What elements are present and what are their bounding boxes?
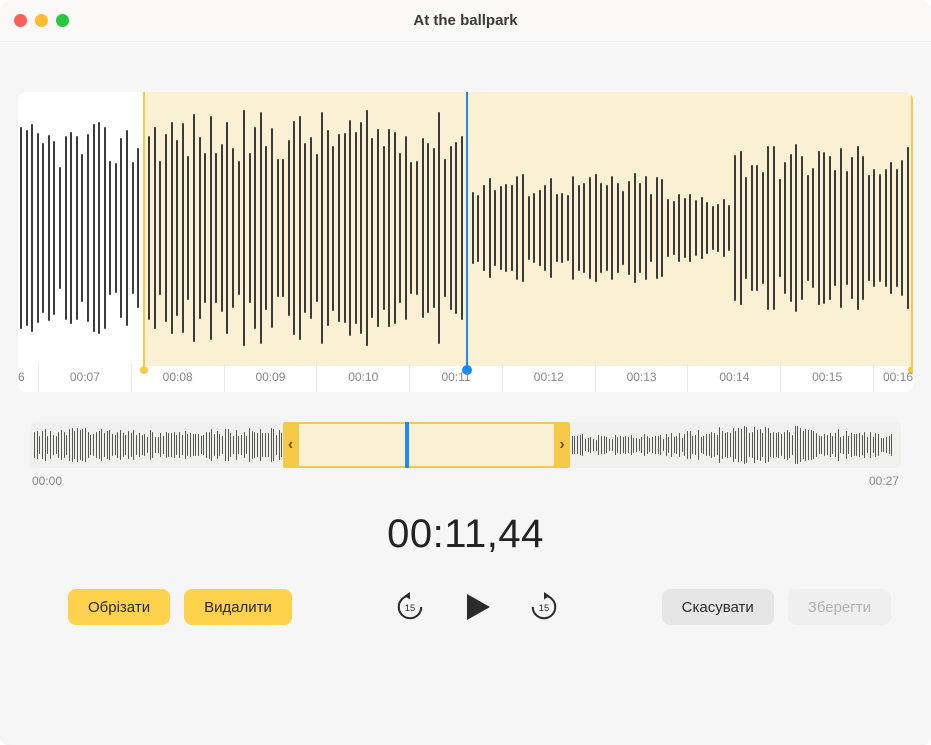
play-icon [461,591,493,623]
overview-selection[interactable] [283,422,570,468]
skip-back-15-button[interactable]: 15 [391,588,429,626]
current-time-display: 00:11,44 [0,512,931,557]
save-button[interactable]: Зберегти [788,589,891,625]
skip-back-icon: 15 [395,592,425,622]
close-window-button[interactable] [14,14,27,27]
skip-forward-15-button[interactable]: 15 [525,588,563,626]
window-title: At the ballpark [0,12,931,29]
overview-playhead[interactable] [405,422,409,468]
ruler-tick: 00:10 [316,364,409,392]
ruler-tick: 00:16 [873,364,913,392]
ruler-tick: 00:13 [595,364,688,392]
minimize-window-button[interactable] [35,14,48,27]
delete-button[interactable]: Видалити [184,589,292,625]
ruler-tick: 00:15 [780,364,873,392]
svg-text:15: 15 [405,603,415,613]
trim-end-handle[interactable] [911,92,913,370]
ruler-tick: 00:09 [224,364,317,392]
playhead[interactable] [466,92,468,370]
voice-memo-editor-window: At the ballpark 600:0700:0800:0900:1000:… [0,0,931,745]
cancel-button[interactable]: Скасувати [662,589,774,625]
overview-trim-start-handle[interactable]: ‹ [283,422,299,468]
controls-row: Обрізати Видалити 15 [0,557,931,657]
overview-panel: ‹ › 00:00 00:27 [30,422,901,488]
overview-trim-end-handle[interactable]: › [554,422,570,468]
ruler-tick: 00:08 [131,364,224,392]
ruler-tick: 00:12 [502,364,595,392]
overview-end-time: 00:27 [869,474,899,488]
ruler-tick: 00:11 [409,364,502,392]
overview-track[interactable]: ‹ › [30,422,901,468]
window-controls [14,14,69,27]
editor-content: 600:0700:0800:0900:1000:1100:1200:1300:1… [0,42,931,745]
ruler-tick: 00:14 [687,364,780,392]
overview-time-labels: 00:00 00:27 [30,468,901,488]
trim-button[interactable]: Обрізати [68,589,170,625]
overview-start-time: 00:00 [32,474,62,488]
ruler-tick: 6 [18,364,38,392]
main-waveform-area[interactable] [18,92,913,364]
title-bar: At the ballpark [0,0,931,42]
main-waveform-panel[interactable]: 600:0700:0800:0900:1000:1100:1200:1300:1… [18,92,913,392]
maximize-window-button[interactable] [56,14,69,27]
play-button[interactable] [457,587,497,627]
trim-start-handle[interactable] [143,92,145,370]
skip-forward-icon: 15 [529,592,559,622]
transport-controls: 15 15 [391,587,563,627]
time-ruler: 600:0700:0800:0900:1000:1100:1200:1300:1… [18,364,913,392]
svg-text:15: 15 [539,603,549,613]
ruler-tick: 00:07 [38,364,131,392]
